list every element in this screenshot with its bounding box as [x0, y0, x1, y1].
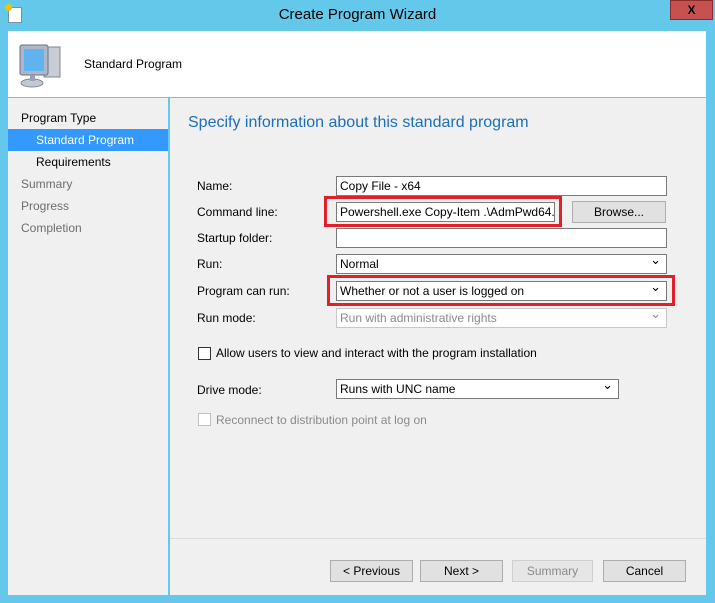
startup-folder-label: Startup folder:: [197, 231, 273, 245]
reconnect-label: Reconnect to distribution point at log o…: [216, 413, 427, 427]
header-title: Standard Program: [84, 57, 183, 71]
run-mode-label: Run mode:: [197, 311, 256, 325]
run-select[interactable]: Normal: [336, 254, 667, 274]
nav-item-standard-program[interactable]: Standard Program: [8, 129, 168, 151]
run-mode-select: Run with administrative rights: [336, 308, 667, 328]
wizard-header: Standard Program: [8, 31, 706, 97]
nav-item-requirements[interactable]: Requirements: [8, 151, 168, 173]
browse-button[interactable]: Browse...: [572, 201, 666, 223]
program-can-run-select[interactable]: Whether or not a user is logged on: [336, 281, 667, 301]
computer-icon: [19, 44, 61, 88]
program-can-run-label: Program can run:: [197, 284, 290, 298]
nav-item-progress: Progress: [21, 199, 70, 213]
cancel-button[interactable]: Cancel: [603, 560, 686, 582]
drive-mode-select[interactable]: Runs with UNC name: [336, 379, 619, 399]
command-line-label: Command line:: [197, 205, 278, 219]
nav-item-completion: Completion: [21, 221, 82, 235]
title-bar: Create Program Wizard X: [0, 0, 715, 31]
summary-button: Summary: [512, 560, 593, 582]
allow-interact-checkbox[interactable]: [198, 347, 211, 360]
button-separator: [170, 538, 706, 539]
window-title: Create Program Wizard: [278, 6, 437, 23]
allow-interact-label[interactable]: Allow users to view and interact with th…: [216, 346, 537, 360]
previous-button[interactable]: < Previous: [330, 560, 413, 582]
reconnect-checkbox: [198, 413, 211, 426]
next-button[interactable]: Next >: [420, 560, 503, 582]
page-heading: Specify information about this standard …: [188, 114, 529, 131]
close-button[interactable]: X: [670, 0, 713, 20]
wizard-nav: Program Type Standard Program Requiremen…: [8, 98, 168, 595]
nav-item-program-type[interactable]: Program Type: [8, 107, 168, 129]
command-line-input[interactable]: Powershell.exe Copy-Item .\AdmPwd64.dll …: [336, 202, 555, 222]
name-input[interactable]: Copy File - x64: [336, 176, 667, 196]
drive-mode-label: Drive mode:: [197, 383, 262, 397]
name-label: Name:: [197, 179, 233, 193]
main-panel: Specify information about this standard …: [170, 98, 706, 595]
nav-item-summary: Summary: [21, 177, 73, 191]
run-label: Run:: [197, 257, 223, 271]
startup-folder-input[interactable]: [336, 228, 667, 248]
